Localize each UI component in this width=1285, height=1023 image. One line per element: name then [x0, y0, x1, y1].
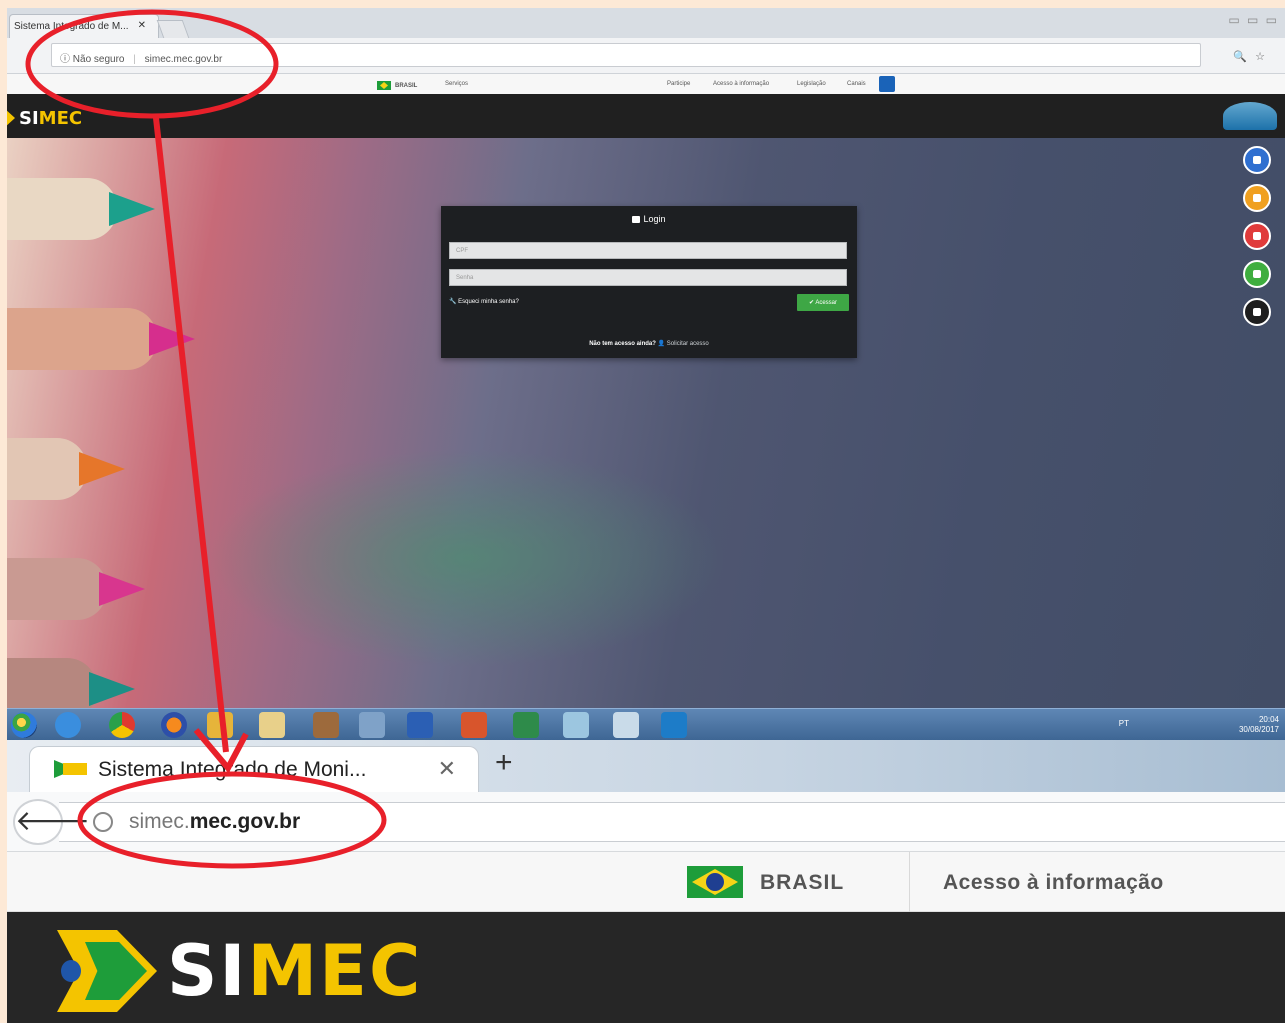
close-icon[interactable]: ✕ [138, 20, 146, 31]
cpf-field[interactable]: CPF [449, 242, 847, 259]
zoomed-gov-bar: BRASIL Acesso à informação [7, 852, 1285, 912]
chat-icon[interactable] [1243, 222, 1271, 250]
clock-time[interactable]: 20:04 [1239, 715, 1279, 725]
zoomed-url-text: simec.mec.gov.br [129, 810, 301, 833]
simec-header: SIMEC [7, 94, 1285, 138]
side-icons [1243, 146, 1273, 336]
login-title: Login [441, 214, 857, 224]
acesso-informacao-link[interactable]: Acesso à informação [943, 871, 1164, 895]
zoomed-tab-strip: Sistema Integrado de Moni... ✕ + [7, 740, 1285, 792]
login-panel: Login CPF Senha 🔧 Esqueci minha senha? ✔… [441, 206, 857, 358]
zoomed-simec-header: SIMEC [7, 912, 1285, 1023]
folder-icon[interactable] [207, 712, 233, 738]
window-controls[interactable]: ▭ ▭ ▭ [1228, 13, 1279, 27]
zoom-icon[interactable]: 🔍 [1233, 51, 1255, 63]
brazil-flag-icon [377, 81, 391, 90]
firefox-icon[interactable] [161, 712, 187, 738]
divider [909, 852, 910, 912]
simec-logo-text[interactable]: SIMEC [167, 930, 422, 1012]
help-icon[interactable] [1243, 184, 1271, 212]
info-icon[interactable]: ⓘ [60, 54, 70, 65]
gov-participe-link[interactable]: Participe [667, 81, 690, 87]
notepad-icon[interactable] [613, 712, 639, 738]
apps-icon[interactable] [1243, 146, 1271, 174]
clock-date[interactable]: 30/08/2017 [1239, 725, 1279, 735]
simec-logo-mark-icon [57, 930, 157, 1012]
gov-legislacao-link[interactable]: Legislação [797, 81, 826, 87]
forgot-password-link[interactable]: 🔧 Esqueci minha senha? [449, 298, 519, 305]
simec-logo[interactable]: SIMEC [7, 108, 82, 129]
password-field[interactable]: Senha [449, 269, 847, 286]
zoomed-browser-tab[interactable]: Sistema Integrado de Moni... ✕ [29, 746, 479, 792]
brasil-link[interactable]: BRASIL [760, 871, 844, 895]
security-label: Não seguro [72, 54, 125, 65]
request-access-link[interactable]: 👤 Solicitar acesso [658, 341, 709, 347]
url-text: simec.mec.gov.br [144, 54, 223, 65]
paint-icon[interactable] [563, 712, 589, 738]
top-url-field[interactable]: ⓘ Não seguro | simec.mec.gov.br [51, 43, 1201, 67]
gov-canais-link[interactable]: Canais [847, 81, 866, 87]
zoomed-screenshot: Sistema Integrado de Moni... ✕ + simec.m… [7, 740, 1285, 1023]
ie-icon[interactable] [55, 712, 81, 738]
new-tab-button[interactable] [156, 20, 190, 38]
top-tab-strip: Sistema Integrado de M... ✕ ▭ ▭ ▭ [7, 8, 1285, 38]
app-icon[interactable] [313, 712, 339, 738]
language-indicator[interactable]: PT [1119, 719, 1129, 729]
contact-icon[interactable] [1243, 298, 1271, 326]
media-icon[interactable] [359, 712, 385, 738]
zoomed-nav-bar: simec.mec.gov.br 🡐 [7, 792, 1285, 852]
top-browser-tab[interactable]: Sistema Integrado de M... ✕ [9, 14, 159, 38]
word-icon[interactable] [407, 712, 433, 738]
lync-icon[interactable] [661, 712, 687, 738]
top-address-bar: ⓘ Não seguro | simec.mec.gov.br 🔍☆ [7, 38, 1285, 74]
close-icon[interactable]: ✕ [438, 756, 456, 782]
gov-acesso-link[interactable]: Acesso à informação [713, 81, 769, 87]
start-button[interactable] [11, 712, 37, 738]
explorer-icon[interactable] [259, 712, 285, 738]
background-photo: Login CPF Senha 🔧 Esqueci minha senha? ✔… [7, 138, 1285, 720]
powerpoint-icon[interactable] [461, 712, 487, 738]
phone-icon[interactable] [1243, 260, 1271, 288]
simec-favicon-icon [54, 760, 88, 778]
accessibility-icon[interactable] [879, 76, 895, 92]
system-tray: PT 20:04 30/08/2017 [1119, 715, 1279, 735]
windows-taskbar: PT 20:04 30/08/2017 [7, 708, 1285, 740]
top-screenshot: Sistema Integrado de M... ✕ ▭ ▭ ▭ ⓘ Não … [7, 8, 1285, 740]
chrome-icon[interactable] [109, 712, 135, 738]
zoomed-url-field[interactable]: simec.mec.gov.br [59, 802, 1285, 842]
mec-logo [1223, 102, 1277, 130]
globe-icon[interactable] [93, 812, 113, 832]
omnibox-icons: 🔍☆ [1233, 50, 1273, 63]
back-button[interactable]: 🡐 [13, 799, 90, 845]
gov-bar: BRASIL Serviços Participe Acesso à infor… [7, 74, 1285, 94]
no-access-text: Não tem acesso ainda? 👤 Solicitar acesso [589, 341, 709, 347]
gov-servicos-link[interactable]: Serviços [445, 81, 468, 87]
new-tab-button[interactable]: + [495, 746, 513, 780]
brazil-flag-icon[interactable] [687, 866, 743, 898]
excel-icon[interactable] [513, 712, 539, 738]
top-tab-title: Sistema Integrado de M... [14, 21, 129, 32]
login-button[interactable]: ✔ Acessar [797, 294, 849, 311]
star-icon[interactable]: ☆ [1255, 51, 1273, 63]
zoomed-tab-title: Sistema Integrado de Moni... [98, 758, 367, 781]
lock-icon [632, 216, 641, 223]
gov-brasil-link[interactable]: BRASIL [377, 81, 417, 90]
